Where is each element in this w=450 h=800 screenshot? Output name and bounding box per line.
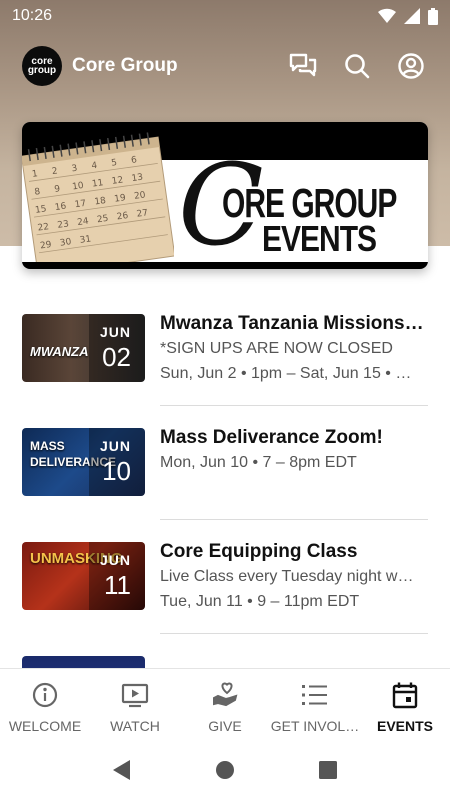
event-month: JUN <box>99 552 131 568</box>
events-banner: 123456 8 9 10 11 12 13 15 16 17 18 19 20 22 23 24 25 2… <box>22 122 428 269</box>
svg-text:20: 20 <box>134 190 147 202</box>
svg-text:31: 31 <box>79 234 92 245</box>
calendar-illustration: 123456 8 9 10 11 12 13 15 16 17 18 19 20 22 23 24 25 2… <box>22 132 174 269</box>
banner-title: C ORE GROUP EVENTS <box>178 150 418 262</box>
nav-label: EVENTS <box>376 718 433 734</box>
banner-line2: EVENTS <box>262 220 377 260</box>
event-datetime: Tue, Jun 11 • 9 – 11pm EDT <box>160 593 360 610</box>
tv-play-icon <box>120 681 150 709</box>
event-day: 10 <box>102 456 131 486</box>
heart-hand-icon <box>210 681 240 709</box>
event-item[interactable]: MASS DELIVERANCE JUN 10 Mass Deliverance… <box>0 406 450 520</box>
svg-text:10: 10 <box>72 181 85 193</box>
status-time: 10:26 <box>12 7 53 24</box>
battery-icon <box>428 7 438 25</box>
chat-icon[interactable] <box>286 49 320 83</box>
event-datetime: Sun, Jun 2 • 1pm – Sat, Jun 15 • … <box>160 365 412 382</box>
svg-text:22: 22 <box>37 222 50 233</box>
svg-text:26: 26 <box>116 211 129 223</box>
event-day: 11 <box>104 570 131 600</box>
event-title: Mass Deliverance Zoom! <box>160 428 383 448</box>
svg-text:11: 11 <box>91 178 104 189</box>
event-month: JUN <box>99 324 131 340</box>
event-text: Mwanza Tanzania Missions … *SIGN UPS ARE… <box>160 314 428 386</box>
account-icon[interactable] <box>394 49 428 83</box>
back-icon[interactable] <box>112 759 132 781</box>
svg-text:23: 23 <box>57 219 70 230</box>
svg-text:15: 15 <box>34 204 47 215</box>
event-text: Core Equipping Class Live Class every Tu… <box>160 542 428 614</box>
nav-welcome[interactable]: WELCOME <box>0 669 90 740</box>
status-bar: 10:26 <box>0 0 450 32</box>
core-group-logo[interactable]: core group <box>22 46 62 86</box>
screen: 10:26 core group Core Group 1 2 3 4 5 6 … <box>0 0 450 800</box>
event-thumbnail: MASS DELIVERANCE JUN 10 <box>22 428 145 496</box>
svg-text:27: 27 <box>136 208 149 219</box>
svg-text:24: 24 <box>77 217 90 229</box>
nav-label: WELCOME <box>8 718 82 734</box>
system-navigation <box>0 740 450 800</box>
app-actions <box>286 49 428 83</box>
bottom-navigation: WELCOME WATCH GIVE GET INVOL… EVENTS <box>0 668 450 740</box>
calendar-icon <box>390 681 420 709</box>
event-item[interactable]: UNMASKING JUN 11 Core Equipping Class Li… <box>0 520 450 634</box>
nav-watch[interactable]: WATCH <box>90 669 180 740</box>
svg-text:29: 29 <box>39 240 52 252</box>
nav-label: GET INVOL… <box>270 718 360 734</box>
list-icon <box>300 681 330 709</box>
event-thumbnail: UNMASKING JUN 11 <box>22 542 145 610</box>
svg-text:13: 13 <box>131 173 144 184</box>
wifi-icon <box>378 8 396 23</box>
event-title: Core Equipping Class <box>160 542 358 562</box>
svg-text:17: 17 <box>74 199 87 210</box>
thumbnail-text: MWANZA <box>30 344 89 359</box>
event-title: Mwanza Tanzania Missions … <box>160 314 428 334</box>
banner-bottom-bar <box>22 262 428 269</box>
nav-label: GIVE <box>208 718 242 734</box>
svg-text:18: 18 <box>94 196 107 208</box>
nav-get-involved[interactable]: GET INVOL… <box>270 669 360 740</box>
event-day: 02 <box>102 342 131 372</box>
svg-text:16: 16 <box>54 202 67 214</box>
search-icon[interactable] <box>340 49 374 83</box>
app-bar: core group Core Group <box>0 44 450 88</box>
recents-icon[interactable] <box>318 760 338 780</box>
svg-text:25: 25 <box>96 214 109 225</box>
nav-events[interactable]: EVENTS <box>360 669 450 740</box>
event-month: JUN <box>99 438 131 454</box>
status-icons <box>378 7 438 25</box>
event-thumbnail: MWANZA JUN 02 <box>22 314 145 382</box>
app-title: Core Group <box>72 55 178 76</box>
info-icon <box>30 681 60 709</box>
svg-text:12: 12 <box>111 175 124 186</box>
nav-label: WATCH <box>110 718 160 734</box>
event-datetime: Mon, Jun 10 • 7 – 8pm EDT <box>160 454 357 471</box>
thumbnail-text: MASS DELIVERANCE <box>30 439 117 469</box>
svg-text:30: 30 <box>59 237 72 249</box>
event-subtitle: Live Class every Tuesday night w… <box>160 568 414 585</box>
signal-icon <box>404 8 420 24</box>
nav-give[interactable]: GIVE <box>180 669 270 740</box>
event-text: Mass Deliverance Zoom! Mon, Jun 10 • 7 –… <box>160 428 428 475</box>
home-icon[interactable] <box>215 760 235 780</box>
event-subtitle: *SIGN UPS ARE NOW CLOSED <box>160 340 393 357</box>
svg-text:19: 19 <box>114 193 127 205</box>
event-item[interactable]: MWANZA JUN 02 Mwanza Tanzania Missions …… <box>0 292 450 406</box>
